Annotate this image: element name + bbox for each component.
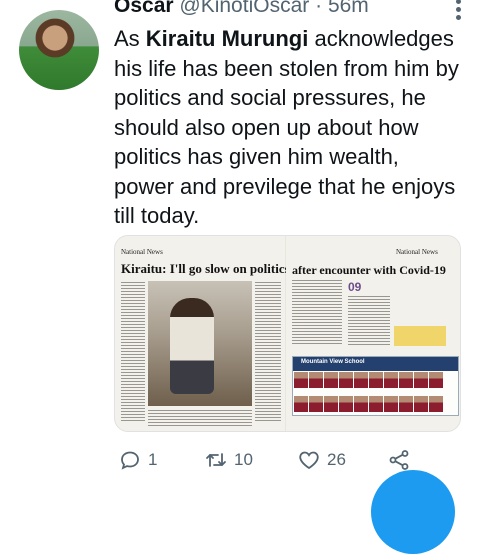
like-button[interactable]: 26 (297, 448, 346, 472)
more-options-icon[interactable] (456, 0, 462, 23)
media-image-left[interactable]: National News Kiraitu: I'll go slow on p… (115, 236, 290, 431)
right-column-text (255, 282, 281, 422)
reply-button[interactable]: 1 (118, 448, 157, 472)
right-page-section: National News (396, 248, 438, 256)
compose-tweet-button[interactable] (371, 470, 455, 554)
share-button[interactable] (387, 448, 411, 472)
like-count: 26 (327, 450, 346, 469)
tweet-text-after: acknowledges his life has been stolen fr… (114, 26, 459, 228)
tweet-text-mention: Kiraitu Murungi (145, 26, 309, 51)
reply-icon (121, 451, 139, 470)
share-icon (389, 450, 409, 470)
reply-count: 1 (148, 450, 158, 469)
author-name[interactable]: Oscar (114, 0, 174, 17)
left-column-text (121, 282, 145, 422)
tweet-time[interactable]: 56m (328, 0, 369, 17)
person-figure (170, 298, 214, 394)
caption-text (148, 410, 252, 426)
media-image-right[interactable]: National News after encounter with Covid… (286, 236, 460, 431)
tweet-text-before: As (114, 26, 146, 51)
separator: · (315, 0, 323, 17)
tweet-text: As Kiraitu Murungi acknowledges his life… (114, 24, 464, 231)
school-ad-band: Mountain View School (293, 357, 458, 371)
retweet-icon (206, 453, 226, 467)
student-photos (294, 372, 454, 420)
left-page-section: National News (121, 248, 163, 256)
right-page-column-2 (348, 296, 390, 346)
left-page-headline: Kiraitu: I'll go slow on politics (121, 261, 290, 276)
page-number: 09 (348, 280, 362, 294)
right-page-column-1 (292, 280, 342, 346)
tweet-header: Oscar @KinotiOscar · 56m (114, 0, 460, 20)
avatar[interactable] (19, 10, 99, 90)
retweet-button[interactable]: 10 (204, 448, 253, 472)
right-page-headline: after encounter with Covid-19 (292, 263, 446, 277)
school-ad-title: Mountain View School (301, 359, 365, 365)
author-handle[interactable]: @KinotiOscar (179, 0, 309, 17)
heart-icon (299, 451, 319, 470)
highlight-box (394, 326, 446, 346)
tweet-media[interactable]: National News Kiraitu: I'll go slow on p… (114, 235, 461, 432)
retweet-count: 10 (234, 450, 253, 469)
